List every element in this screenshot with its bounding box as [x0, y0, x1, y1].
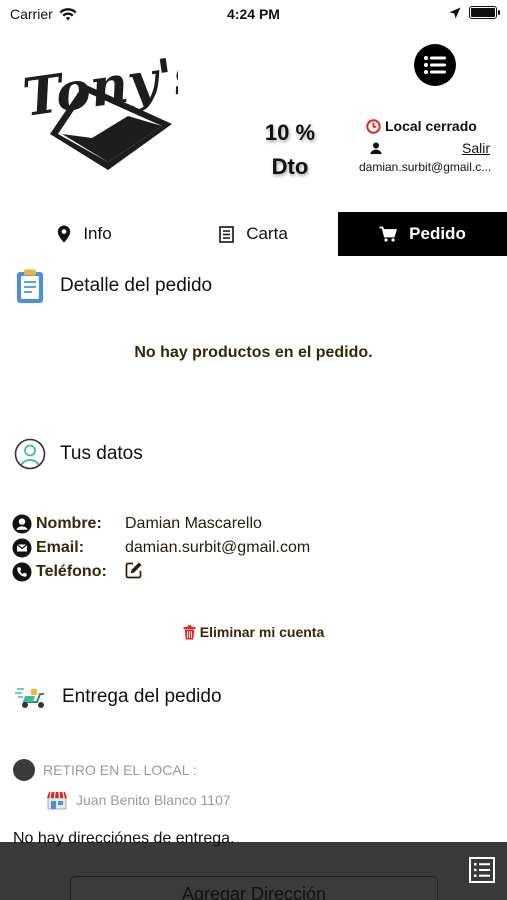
phone-row: Teléfono: [12, 560, 310, 584]
email-label-group: Email: [12, 538, 125, 558]
user-icon [370, 142, 382, 154]
tab-info-label: Info [83, 224, 112, 243]
clipboard-icon [17, 269, 43, 303]
phone-edit-button[interactable] [125, 561, 143, 584]
empty-order-message: No hay productos en el pedido. [134, 344, 373, 361]
status-bar: Carrier 4:24 PM [0, 0, 507, 28]
discount-label: Dto [271, 154, 309, 179]
delete-account-button[interactable]: Eliminar mi cuenta [0, 624, 507, 640]
discount-value: 10 % [264, 120, 316, 145]
phone-label-group: Teléfono: [12, 562, 125, 582]
tab-info[interactable]: Info [0, 212, 169, 256]
tab-carta[interactable]: Carta [169, 212, 338, 256]
restaurant-header: Tony's 10 % Dto Local cerrado Salir dami… [0, 28, 507, 212]
menu-button[interactable] [414, 44, 456, 86]
name-row: Nombre: Damian Mascarello [12, 512, 310, 536]
email-row: Email: damian.surbit@gmail.com [12, 536, 310, 560]
user-row: Salir [370, 140, 490, 156]
user-email: damian.surbit@gmail.c... [359, 160, 492, 174]
order-detail-header: Detalle del pedido [14, 268, 212, 304]
envelope-icon [12, 538, 32, 558]
user-circle-icon [14, 438, 46, 470]
list-menu-icon [424, 56, 446, 74]
status-right [449, 6, 500, 19]
trash-icon [183, 624, 196, 639]
scooter-icon [15, 688, 44, 708]
pickup-address-text: Juan Benito Blanco 1107 [76, 792, 231, 808]
tab-pedido-label: Pedido [409, 224, 466, 243]
list-icon [469, 857, 495, 883]
delivery-title: Entrega del pedido [62, 686, 222, 707]
pickup-radio[interactable] [13, 759, 35, 781]
tab-pedido[interactable]: Pedido [338, 212, 507, 256]
location-arrow-icon [449, 7, 461, 18]
phone-icon [12, 562, 32, 582]
store-icon [47, 791, 67, 810]
menu-book-icon [219, 225, 235, 243]
pickup-option[interactable]: RETIRO EN EL LOCAL : [13, 759, 197, 781]
local-status-label: Local cerrado [385, 118, 477, 134]
delivery-header: Entrega del pedido [14, 684, 222, 710]
name-label-group: Nombre: [12, 514, 125, 534]
logout-link[interactable]: Salir [462, 140, 490, 156]
map-pin-icon [58, 225, 71, 243]
user-data-list: Nombre: Damian Mascarello Email: damian.… [12, 512, 310, 584]
clock-icon [366, 118, 381, 134]
user-data-header: Tus datos [14, 438, 143, 470]
local-status: Local cerrado [366, 118, 477, 134]
email-label: Email: [36, 539, 85, 556]
name-label: Nombre: [36, 515, 102, 532]
add-address-button[interactable]: Agregar Dirección [70, 876, 438, 900]
pickup-address: Juan Benito Blanco 1107 [46, 790, 231, 810]
user-data-title: Tus datos [60, 443, 143, 464]
delete-account-label: Eliminar mi cuenta [199, 624, 325, 640]
order-detail-title: Detalle del pedido [60, 275, 213, 296]
name-value: Damian Mascarello [125, 515, 262, 532]
email-value: damian.surbit@gmail.com [125, 539, 311, 556]
edit-icon [125, 562, 142, 578]
battery-icon [469, 6, 500, 19]
tab-bar: Info Carta Pedido [0, 212, 507, 256]
discount-badge: 10 % Dto [250, 116, 330, 184]
tonys-logo: Tony's [22, 54, 178, 170]
user-circle-solid-icon [12, 514, 32, 534]
order-list-button[interactable] [468, 856, 496, 884]
tab-carta-label: Carta [246, 224, 288, 243]
pickup-label: RETIRO EN EL LOCAL : [43, 762, 197, 778]
status-time: 4:24 PM [227, 6, 280, 22]
cart-icon [379, 226, 398, 242]
phone-label: Teléfono: [36, 563, 107, 580]
